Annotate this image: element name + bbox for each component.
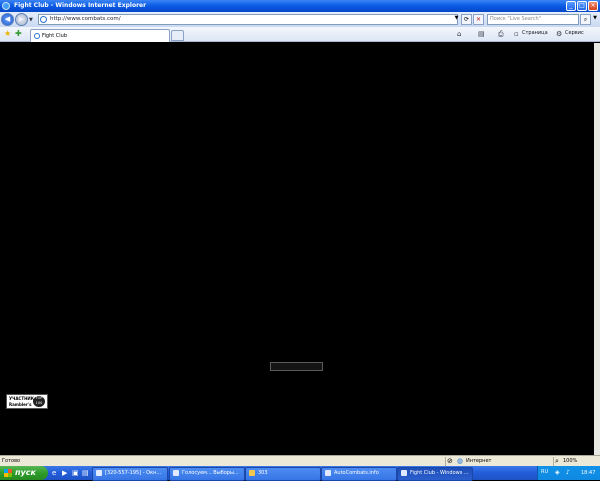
tools-icon: ⚙ <box>556 30 563 38</box>
add-favorites-icon[interactable]: ✚ <box>15 29 22 39</box>
tray-network-icon[interactable]: ◈ <box>555 469 560 476</box>
refresh-button[interactable]: ⟳ <box>461 14 472 25</box>
address-input[interactable]: http://www.combats.com/ <box>38 14 458 25</box>
print-icon[interactable]: ⎙ <box>498 30 504 38</box>
vertical-scrollbar[interactable] <box>594 43 600 455</box>
search-input[interactable]: Поиск "Live Search" <box>487 14 579 25</box>
maximize-button[interactable]: □ <box>577 1 587 11</box>
quicklaunch-folder-icon[interactable]: ▤ <box>82 469 89 477</box>
badge-line1: УЧАСТНИК <box>9 396 35 401</box>
task-label: 303 <box>258 470 268 476</box>
security-zone[interactable]: Интернет <box>466 458 491 464</box>
tray-volume-icon[interactable]: ♪ <box>566 469 570 476</box>
minimize-button[interactable]: _ <box>566 1 576 11</box>
page-icon <box>40 16 47 23</box>
status-separator-2 <box>553 457 554 466</box>
task-icon <box>401 470 407 476</box>
search-options-icon[interactable]: ▼ <box>591 14 599 25</box>
home-icon[interactable]: ⌂ <box>457 30 461 38</box>
status-text: Готово <box>2 458 21 464</box>
history-dropdown-icon[interactable]: ▼ <box>29 17 33 23</box>
start-label: пуск <box>15 468 36 477</box>
address-toolbar: ◀ ▶ ▼ http://www.combats.com/ ▼ ⟳ ✕ Поис… <box>0 12 600 27</box>
quicklaunch-media-icon[interactable]: ▶ <box>62 469 67 477</box>
task-icon <box>173 470 179 476</box>
globe-icon: ◍ <box>457 457 464 465</box>
page-menu[interactable]: Страница <box>522 30 548 36</box>
security-icon: ⊘ <box>447 457 453 465</box>
rambler-top100-badge[interactable]: УЧАСТНИК Rambler's TOP 100 <box>6 394 48 409</box>
zoom-icon: ⌕ <box>555 457 559 465</box>
quicklaunch-ie-icon[interactable]: e <box>52 469 56 477</box>
window-title: Fight Club - Windows Internet Explorer <box>14 2 147 9</box>
task-window-3[interactable]: 303 <box>245 467 321 481</box>
top100-icon: TOP 100 <box>33 396 45 407</box>
tools-menu[interactable]: Сервис <box>565 30 584 36</box>
window-title-bar[interactable]: Fight Club - Windows Internet Explorer _… <box>0 0 600 12</box>
quicklaunch-desktop-icon[interactable]: ▣ <box>72 469 79 477</box>
clock: 18:47 <box>581 470 596 476</box>
back-button[interactable]: ◀ <box>1 13 14 26</box>
task-icon <box>325 470 331 476</box>
forward-button[interactable]: ▶ <box>15 13 28 26</box>
favorites-star-icon[interactable]: ★ <box>4 29 11 39</box>
new-tab-button[interactable] <box>171 30 184 41</box>
search-icon[interactable]: ⌕ <box>580 14 591 25</box>
system-tray: RU ◈ ♪ 18:47 <box>537 466 600 480</box>
status-separator <box>445 457 446 466</box>
task-window-2[interactable]: Голосуем... Выборы... <box>169 467 245 481</box>
page-content <box>0 43 600 455</box>
close-button[interactable]: × <box>588 1 598 11</box>
badge-line2: Rambler's <box>9 402 32 407</box>
ie-logo-icon <box>2 2 10 10</box>
language-indicator[interactable]: RU <box>541 469 548 475</box>
page-icon: ▫ <box>514 30 519 38</box>
task-icon <box>96 470 102 476</box>
tab-fight-club[interactable]: Fight Club <box>30 29 170 42</box>
start-button[interactable]: пуск <box>0 466 48 480</box>
task-label: [320-557-195] - Окн... <box>105 470 162 476</box>
task-label: Голосуем... Выборы... <box>182 470 239 476</box>
tab-label: Fight Club <box>42 33 68 39</box>
task-window-4[interactable]: AutoCombats.info <box>321 467 397 481</box>
task-window-1[interactable]: [320-557-195] - Окн... <box>92 467 168 481</box>
tab-bar: ★ ✚ Fight Club ⌂ ▤ ⎙ ▫ Страница ⚙ Сервис <box>0 27 600 42</box>
task-label: Fight Club - Windows ... <box>410 470 469 476</box>
folder-icon <box>249 470 255 476</box>
windows-flag-icon <box>4 469 12 477</box>
feeds-icon[interactable]: ▤ <box>478 30 485 38</box>
task-label: AutoCombats.info <box>334 470 379 476</box>
task-window-5[interactable]: Fight Club - Windows ... <box>397 467 473 481</box>
address-text: http://www.combats.com/ <box>50 16 121 22</box>
loading-bar <box>270 362 323 371</box>
status-bar: Готово ⊘ ◍ Интернет ⌕ 100% <box>0 455 600 466</box>
tab-page-icon <box>34 33 40 39</box>
search-placeholder: Поиск "Live Search" <box>490 16 542 22</box>
stop-button[interactable]: ✕ <box>473 14 484 25</box>
zoom-level[interactable]: 100% <box>563 458 577 464</box>
